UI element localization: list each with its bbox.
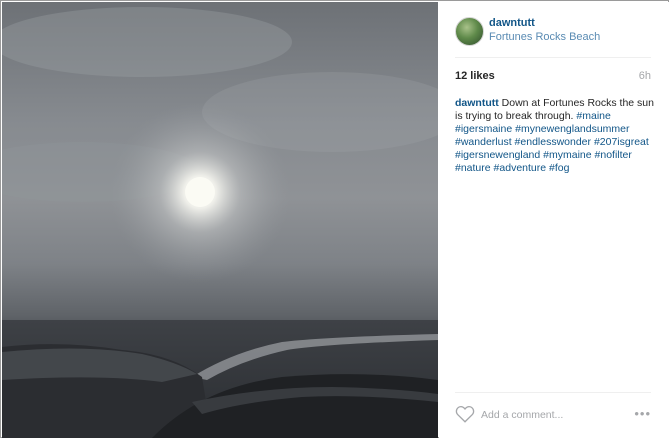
hashtag-link[interactable]: #igersmaine — [455, 123, 512, 135]
post-caption: dawntutt Down at Fortunes Rocks the sun … — [455, 97, 655, 175]
hashtag-link[interactable]: #207isgreat — [594, 136, 649, 148]
comment-divider — [455, 392, 651, 393]
hashtag-link[interactable]: #fog — [549, 162, 569, 174]
post-header: dawntutt Fortunes Rocks Beach — [439, 2, 669, 57]
hashtag-link[interactable]: #nofilter — [595, 149, 632, 161]
post-sidebar: dawntutt Fortunes Rocks Beach 12 likes 6… — [439, 2, 669, 438]
hashtag-link[interactable]: #mymaine — [543, 149, 591, 161]
username-link[interactable]: dawntutt — [489, 17, 535, 29]
avatar[interactable] — [455, 17, 484, 46]
hashtag-link[interactable]: #wanderlust — [455, 136, 512, 148]
hashtag-link[interactable]: #endlesswonder — [515, 136, 591, 148]
hashtag-link[interactable]: #igersnewengland — [455, 149, 540, 161]
hashtag-link[interactable]: #maine — [576, 110, 610, 122]
hashtag-link[interactable]: #mynewenglandsummer — [515, 123, 629, 135]
more-options-icon[interactable]: ••• — [634, 406, 651, 421]
hashtag-link[interactable]: #adventure — [494, 162, 547, 174]
post-modal: dawntutt Fortunes Rocks Beach 12 likes 6… — [0, 0, 669, 438]
heart-icon[interactable] — [455, 405, 475, 423]
comment-bar: Add a comment... ••• — [439, 397, 669, 437]
caption-username[interactable]: dawntutt — [455, 97, 499, 109]
header-divider — [455, 57, 651, 58]
location-link[interactable]: Fortunes Rocks Beach — [489, 31, 600, 43]
foggy-beach-image — [2, 7, 438, 438]
comment-input[interactable]: Add a comment... — [481, 409, 563, 421]
post-age[interactable]: 6h — [639, 70, 651, 82]
hashtag-link[interactable]: #nature — [455, 162, 491, 174]
post-photo[interactable] — [2, 2, 438, 438]
likes-count[interactable]: 12 likes — [455, 70, 495, 82]
